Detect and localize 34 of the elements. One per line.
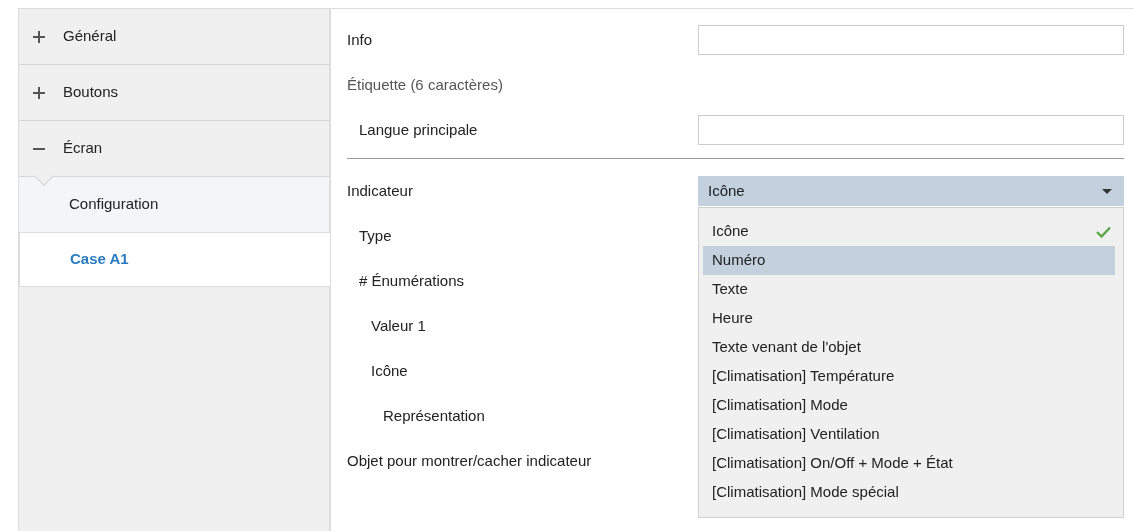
caret-icon xyxy=(1102,188,1112,194)
dropdown-option[interactable]: [Climatisation] Mode spécial xyxy=(703,478,1115,507)
dropdown-option[interactable]: Icône xyxy=(703,217,1115,246)
parameter-label: Langue principale xyxy=(359,119,478,140)
expand-icon[interactable] xyxy=(33,30,45,43)
dropdown-option[interactable]: Numéro xyxy=(703,246,1115,275)
parameter-label: Type xyxy=(359,225,392,246)
sidebar-label: Boutons xyxy=(63,82,119,103)
dropdown-option[interactable]: [Climatisation] Ventilation xyxy=(703,420,1115,449)
parameter-label: Icône xyxy=(371,360,408,381)
dropdown-option[interactable]: [Climatisation] On/Off + Mode + État xyxy=(703,449,1115,478)
sidebar-item[interactable]: Boutons xyxy=(19,65,329,121)
text-field[interactable] xyxy=(698,25,1124,55)
sidebar-label: Général xyxy=(63,26,117,47)
dropdown-field[interactable]: Icône xyxy=(698,176,1124,206)
dropdown-option[interactable]: [Climatisation] Mode xyxy=(703,391,1115,420)
dropdown-option[interactable]: Texte xyxy=(703,275,1115,304)
collapse-icon[interactable] xyxy=(33,147,45,150)
dropdown-option[interactable]: [Climatisation] Température xyxy=(703,362,1115,391)
parameter-label: Objet pour montrer/cacher indicateur xyxy=(347,450,592,471)
parameter-label: Représentation xyxy=(383,405,485,426)
sidebar-subitem[interactable]: Configuration xyxy=(19,177,329,232)
parameter-label: # Énumérations xyxy=(359,270,465,291)
expand-icon[interactable] xyxy=(33,86,45,99)
dropdown-option[interactable]: Heure xyxy=(703,304,1115,333)
sidebar-label: Écran xyxy=(63,138,103,159)
text-field[interactable] xyxy=(698,115,1124,145)
sidebar-item[interactable]: Général xyxy=(19,9,329,65)
sidebar-subitem[interactable]: Case A1 xyxy=(19,232,331,287)
parameter-label: Info xyxy=(347,29,373,50)
parameter-label: Étiquette (6 caractères) xyxy=(347,74,503,95)
parameter-label: Indicateur xyxy=(347,180,413,201)
dropdown-option[interactable]: Texte venant de l'objet xyxy=(703,333,1115,362)
parameter-label: Valeur 1 xyxy=(371,315,426,336)
